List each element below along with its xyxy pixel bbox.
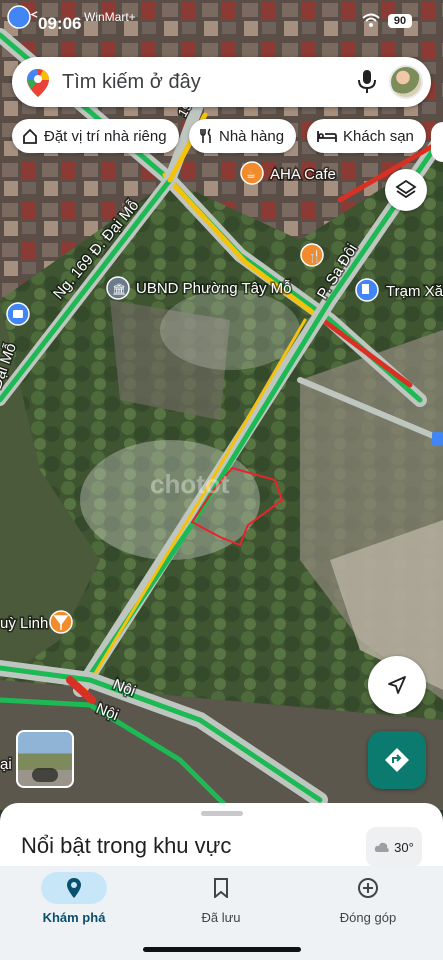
chip-hotels[interactable]: Khách sạn (307, 119, 426, 153)
home-icon (23, 128, 37, 144)
road-label-left-cut: ại (0, 756, 12, 773)
svg-text:🍴: 🍴 (307, 249, 322, 263)
extra-chip-peek[interactable] (431, 122, 443, 162)
chip-label-restaurants: Nhà hàng (219, 127, 285, 145)
my-location-button[interactable] (368, 656, 426, 714)
chip-home[interactable]: Đặt vị trí nhà riêng (12, 119, 179, 153)
rotate-360-icon (32, 768, 58, 782)
tab-label-saved: Đã lưu (201, 910, 241, 925)
tab-contribute[interactable]: Đóng góp (308, 872, 428, 925)
bed-icon (317, 131, 337, 142)
status-time: 09:06 (38, 14, 82, 33)
poi-label-ubnd: UBND Phường Tây Mỗ (136, 280, 292, 297)
location-pin-icon (67, 878, 81, 898)
status-bar: WinMart+ 09:06 90 (0, 0, 443, 44)
maps-pin-icon (27, 69, 49, 97)
fork-knife-icon (200, 128, 211, 143)
chip-label-hotels: Khách sạn (343, 127, 414, 145)
poi-restaurant[interactable]: 🍴 (300, 243, 324, 267)
battery-indicator: 90 (388, 14, 412, 28)
wifi-icon (362, 13, 380, 27)
poi-aha-cafe[interactable]: ☕ AHA Cafe (240, 161, 337, 185)
directions-button[interactable] (368, 731, 426, 789)
tab-label-explore: Khám phá (42, 910, 106, 925)
bookmark-icon (214, 878, 228, 898)
poi-bar[interactable]: uỳ Linh (0, 610, 73, 634)
home-indicator (143, 947, 301, 952)
search-input[interactable]: Tìm kiếm ở đây (62, 71, 201, 94)
search-bar[interactable]: Tìm kiếm ở đây (12, 57, 431, 107)
watermark: chotot (150, 469, 230, 499)
poi-school[interactable] (6, 302, 30, 326)
sheet-drag-handle[interactable] (201, 811, 243, 816)
layers-icon (395, 179, 417, 199)
cloud-icon (374, 842, 389, 852)
chip-restaurants[interactable]: Nhà hàng (189, 119, 297, 153)
add-circle-icon (358, 878, 378, 898)
svg-text:🏛: 🏛 (112, 283, 126, 296)
tab-explore[interactable]: Khám phá (14, 872, 134, 925)
sheet-title: Nổi bật trong khu vực (21, 833, 232, 858)
chip-label-home: Đặt vị trí nhà riêng (44, 127, 167, 145)
carrier-label: WinMart+ (84, 10, 136, 24)
tab-label-contribute: Đóng góp (339, 910, 397, 925)
layers-button[interactable] (385, 169, 427, 211)
tab-saved[interactable]: Đã lưu (161, 872, 281, 925)
street-view-thumbnail[interactable] (16, 730, 74, 788)
poi-label-aha: AHA Cafe (270, 166, 336, 183)
poi-gas-station[interactable]: Trạm Xăn (355, 278, 443, 302)
svg-text:☕: ☕ (246, 169, 256, 181)
bottom-navigation: Khám phá Đã lưu Đóng góp (0, 866, 443, 960)
poi-label-linh: uỳ Linh (0, 615, 48, 632)
navigation-arrow-icon (388, 676, 406, 694)
microphone-icon[interactable] (357, 69, 377, 95)
weather-temp: 30° (394, 839, 414, 855)
directions-icon (385, 748, 409, 772)
avatar[interactable] (389, 65, 423, 99)
weather-badge[interactable]: 30° (366, 827, 422, 867)
poi-label-tram: Trạm Xăn (386, 283, 443, 300)
